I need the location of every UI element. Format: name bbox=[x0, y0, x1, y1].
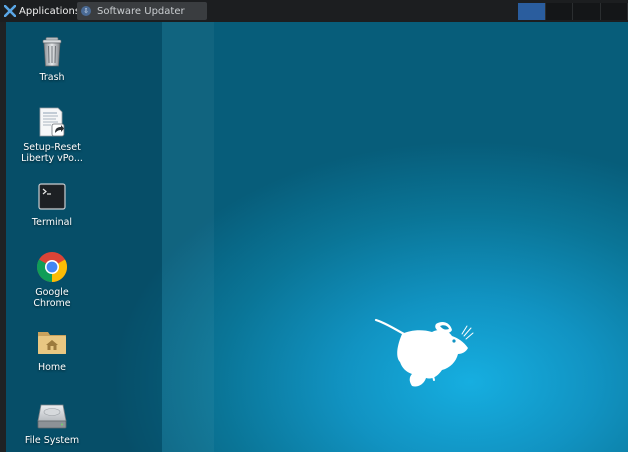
desktop-icon-label: Home bbox=[37, 362, 67, 373]
xfce-mouse-logo bbox=[374, 318, 474, 387]
workspace-1[interactable] bbox=[518, 3, 546, 20]
chrome-icon bbox=[36, 252, 68, 282]
desktop-icon-label-line2: Liberty vPo... bbox=[21, 153, 83, 164]
xfce-logo-icon bbox=[4, 5, 16, 17]
desktop-icon-label-line1: Google bbox=[35, 287, 69, 298]
desktop-icon-label: Setup-Reset Liberty vPo... bbox=[17, 142, 87, 164]
desktop-icon-label: Google Chrome bbox=[17, 287, 87, 309]
desktop[interactable]: Trash Setup-Reset Liberty vPo... Termina… bbox=[0, 22, 628, 452]
desktop-shade-band bbox=[162, 22, 214, 452]
desktop-icon-terminal[interactable]: Terminal bbox=[17, 181, 87, 228]
applications-menu-label: Applications bbox=[19, 5, 81, 17]
taskbar-button-label: Software Updater bbox=[97, 5, 185, 17]
home-folder-icon bbox=[38, 332, 66, 354]
desktop-shade bbox=[6, 22, 162, 452]
workspace-4[interactable] bbox=[600, 3, 628, 20]
desktop-icon-label-line2: Chrome bbox=[33, 298, 71, 309]
desktop-icon-label: Trash bbox=[39, 72, 65, 83]
desktop-icon-label-line1: Setup-Reset bbox=[23, 142, 81, 153]
desktop-icon-setup-reset[interactable]: Setup-Reset Liberty vPo... bbox=[17, 106, 87, 164]
applications-menu-button[interactable]: Applications ⁝ bbox=[4, 0, 87, 22]
updater-icon: ⇩ bbox=[81, 6, 91, 16]
desktop-icon-file-system[interactable]: File System bbox=[17, 399, 87, 446]
drive-icon bbox=[37, 404, 67, 429]
trash-icon bbox=[42, 37, 62, 67]
document-shortcut-icon bbox=[39, 107, 65, 137]
terminal-icon bbox=[38, 183, 66, 210]
workspace-2[interactable] bbox=[545, 3, 573, 20]
desktop-icon-label: File System bbox=[24, 435, 80, 446]
desktop-icon-label: Terminal bbox=[31, 217, 73, 228]
taskbar-button-software-updater[interactable]: ⇩ Software Updater bbox=[77, 2, 207, 20]
desktop-icon-trash[interactable]: Trash bbox=[17, 36, 87, 83]
top-panel: Applications ⁝ ⇩ Software Updater bbox=[0, 0, 628, 22]
desktop-icon-home[interactable]: Home bbox=[17, 326, 87, 373]
workspace-3[interactable] bbox=[573, 3, 601, 20]
desktop-icon-google-chrome[interactable]: Google Chrome bbox=[17, 251, 87, 309]
workspace-switcher bbox=[518, 3, 628, 20]
